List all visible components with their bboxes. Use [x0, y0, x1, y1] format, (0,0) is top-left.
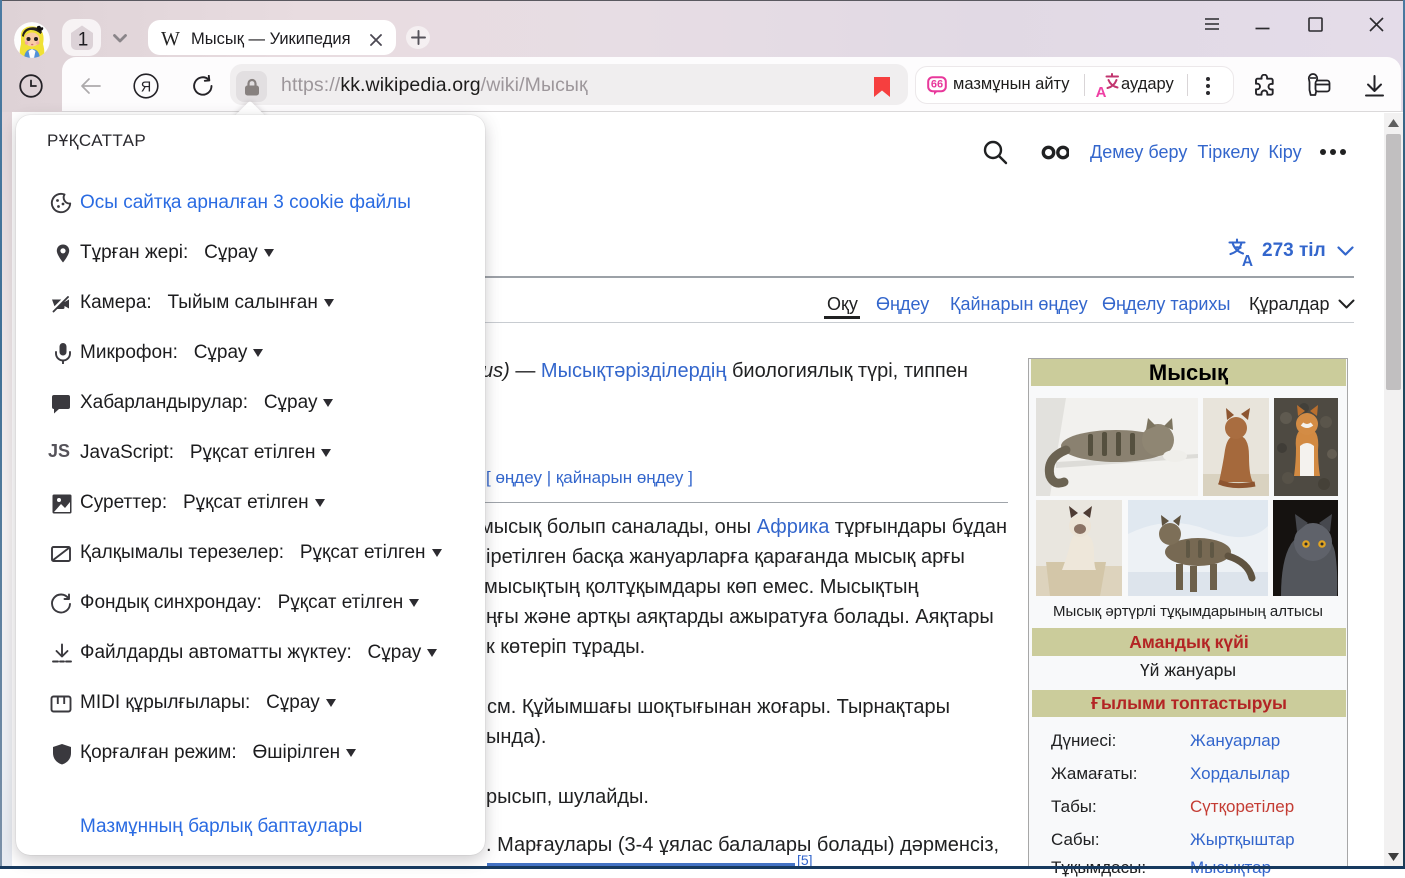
svg-text:Я: Я — [141, 80, 151, 96]
svg-text:A: A — [1096, 84, 1107, 98]
svg-text:66: 66 — [931, 79, 943, 91]
svg-text:1: 1 — [78, 30, 89, 51]
svg-text:A: A — [1242, 253, 1253, 267]
